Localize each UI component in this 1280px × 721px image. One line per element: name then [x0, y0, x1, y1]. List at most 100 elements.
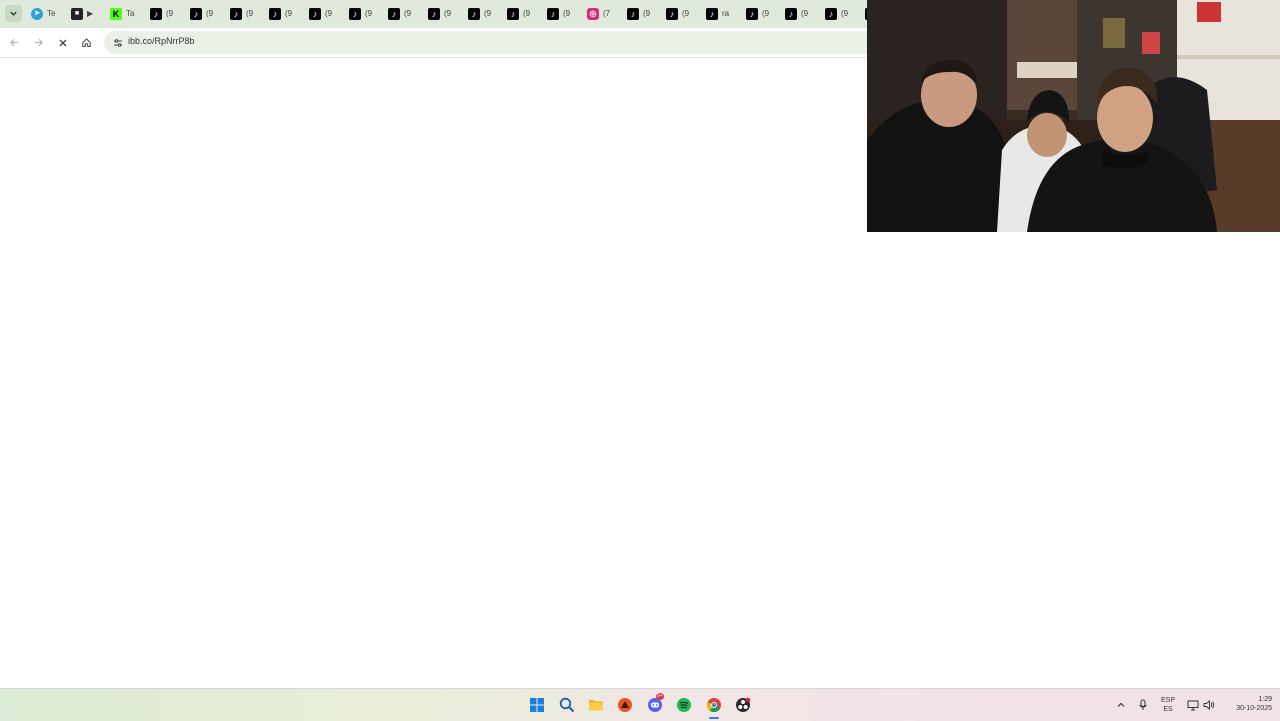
arrow-right-icon	[34, 38, 44, 47]
volume-icon	[1203, 700, 1215, 710]
back-button[interactable]	[6, 34, 23, 51]
browser-tab[interactable]: ■ ▶	[71, 4, 109, 23]
discord-badge: 9+	[656, 693, 664, 700]
tab-search-button[interactable]	[5, 5, 22, 22]
tab-title: (9	[166, 9, 174, 18]
browser-tab[interactable]: ♪ (9	[190, 4, 228, 23]
taskbar-search-button[interactable]	[558, 696, 576, 714]
discord-button[interactable]: 9+	[646, 693, 664, 714]
tab-title: (9	[762, 9, 770, 18]
language-top: ESP	[1160, 697, 1175, 704]
tab-title: (9	[523, 9, 531, 18]
home-icon	[82, 38, 91, 47]
browser-tab[interactable]: ♪ (9	[349, 4, 387, 23]
browser-tab[interactable]: ♪ (9	[468, 4, 506, 23]
tab-title: (9	[246, 9, 254, 18]
browser-tab[interactable]: ♪ ra	[706, 4, 744, 23]
site-info-button[interactable]	[110, 35, 125, 50]
network-icon	[1187, 700, 1199, 711]
volume-button[interactable]	[1200, 696, 1218, 714]
tab-title: (9	[206, 9, 214, 18]
arrow-left-icon	[9, 38, 19, 47]
browser-tab[interactable]: ♪ (9	[746, 4, 784, 23]
orange-app-icon	[618, 698, 632, 712]
tiktok-icon: ♪	[746, 7, 758, 20]
tab-title: (9	[563, 9, 571, 18]
tab-title: (9	[285, 9, 293, 18]
tab-title: (9	[682, 9, 690, 18]
tab-title: (9	[841, 9, 849, 18]
tab-title: (9	[444, 9, 452, 18]
browser-tab[interactable]: ♪ (9	[150, 4, 188, 23]
spotify-button[interactable]	[675, 696, 693, 714]
stop-loading-button[interactable]	[54, 34, 71, 51]
clock-time: 1:29	[1258, 696, 1272, 703]
orange-app-button[interactable]	[616, 696, 634, 714]
tiktok-icon: ♪	[785, 7, 797, 20]
chevron-up-icon	[1117, 702, 1125, 707]
clock[interactable]: 1:29 30-10-2025	[1222, 695, 1272, 713]
tiktok-icon: ♪	[706, 7, 718, 20]
obs-icon	[736, 697, 751, 712]
tab-title: (7	[603, 9, 611, 18]
chrome-icon	[706, 698, 721, 713]
tiktok-icon: ♪	[825, 7, 837, 20]
browser-tab[interactable]: ➤ Te	[31, 4, 69, 23]
browser-tab[interactable]: ♪ (9	[388, 4, 426, 23]
tab-title: ra	[722, 9, 730, 18]
tiktok-icon: ♪	[547, 7, 559, 20]
browser-tab[interactable]: ♪ (9	[269, 4, 307, 23]
kick-icon: K	[110, 7, 122, 20]
video-app-icon: ■	[71, 7, 83, 20]
browser-tab[interactable]: ♪ (9	[785, 4, 823, 23]
tab-title: (9	[643, 9, 651, 18]
tiktok-icon: ♪	[666, 7, 678, 20]
tiktok-icon: ♪	[627, 7, 639, 20]
tiktok-icon: ♪	[349, 7, 361, 20]
file-explorer-button[interactable]	[587, 696, 605, 714]
show-hidden-icons-button[interactable]	[1112, 696, 1130, 714]
taskbar: 9+ ESP ES 1:29 30-10-2025	[0, 688, 1280, 721]
address-bar[interactable]: ibb.co/RpNrrP8b	[104, 31, 884, 54]
webcam-overlay	[867, 0, 1280, 232]
tiktok-icon: ♪	[150, 7, 162, 20]
start-icon	[530, 698, 544, 712]
browser-tab[interactable]: ♪ (9	[825, 4, 863, 23]
instagram-icon: ◎	[587, 7, 599, 20]
browser-tab[interactable]: ♪ (9	[428, 4, 466, 23]
microphone-icon	[1139, 699, 1147, 710]
language-indicator[interactable]: ESP ES	[1156, 696, 1180, 714]
close-icon	[59, 39, 66, 46]
microphone-button[interactable]	[1134, 696, 1152, 714]
browser-tab[interactable]: K Ta	[110, 4, 148, 23]
clock-date: 30-10-2025	[1236, 705, 1272, 712]
tiktok-icon: ♪	[230, 7, 242, 20]
browser-tab[interactable]: ♪ (9	[547, 4, 585, 23]
tab-title: (9	[404, 9, 412, 18]
tiktok-icon: ♪	[269, 7, 281, 20]
chevron-down-icon	[10, 11, 17, 16]
tab-title: (9	[325, 9, 333, 18]
obs-button[interactable]	[734, 696, 752, 714]
forward-button[interactable]	[30, 34, 47, 51]
search-icon	[559, 697, 575, 713]
browser-tab[interactable]: ◎ (7	[587, 4, 625, 23]
webcam-image	[867, 0, 1280, 232]
language-bottom: ES	[1163, 706, 1173, 713]
browser-tab[interactable]: ♪ (9	[507, 4, 545, 23]
browser-tab[interactable]: ♪ (9	[309, 4, 347, 23]
home-button[interactable]	[78, 34, 95, 51]
browser-tab[interactable]: ♪ (9	[666, 4, 704, 23]
url-text: ibb.co/RpNrrP8b	[128, 36, 195, 46]
tiktok-icon: ♪	[507, 7, 519, 20]
tiktok-icon: ♪	[428, 7, 440, 20]
telegram-icon: ➤	[31, 7, 43, 20]
tiktok-icon: ♪	[388, 7, 400, 20]
browser-tab[interactable]: ♪ (9	[230, 4, 268, 23]
tab-title: ▶	[87, 9, 94, 18]
tune-icon	[113, 38, 122, 47]
browser-tab[interactable]: ♪ (9	[627, 4, 665, 23]
start-button[interactable]	[528, 696, 546, 714]
tab-title: (9	[484, 9, 492, 18]
chrome-button[interactable]	[705, 696, 723, 719]
